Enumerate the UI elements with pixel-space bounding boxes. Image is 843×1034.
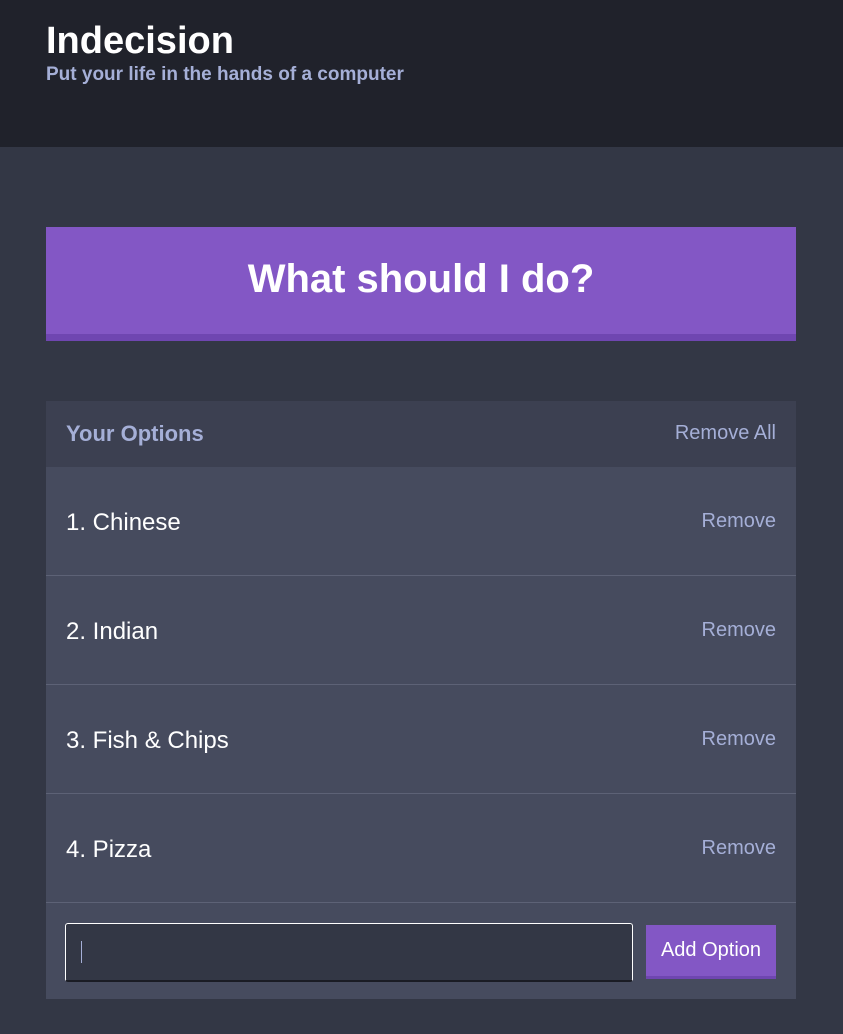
- option-text: 3. Fish & Chips: [66, 727, 229, 754]
- text-caret: [81, 941, 82, 963]
- remove-option-button[interactable]: Remove: [702, 509, 776, 533]
- option-text: 2. Indian: [66, 618, 159, 645]
- options-title: Your Options: [66, 421, 204, 446]
- add-option-form: Add Option: [46, 903, 796, 999]
- option-text: 4. Pizza: [66, 836, 152, 863]
- option-item: 2. Indian Remove: [46, 576, 796, 685]
- remove-option-button[interactable]: Remove: [702, 836, 776, 860]
- app-title: Indecision: [46, 20, 234, 62]
- option-item: 3. Fish & Chips Remove: [46, 685, 796, 794]
- remove-option-button[interactable]: Remove: [702, 727, 776, 751]
- remove-all-button[interactable]: Remove All: [675, 422, 776, 444]
- option-item: 4. Pizza Remove: [46, 794, 796, 903]
- options-widget-header: Your Options Remove All: [46, 401, 796, 467]
- what-should-i-do-button[interactable]: What should I do?: [46, 227, 796, 341]
- option-text: 1. Chinese: [66, 509, 181, 536]
- add-option-button[interactable]: Add Option: [646, 925, 776, 979]
- app-header: Indecision Put your life in the hands of…: [0, 0, 843, 147]
- add-option-input[interactable]: [65, 923, 633, 982]
- options-widget: Your Options Remove All 1. Chinese Remov…: [46, 401, 796, 999]
- app-subtitle: Put your life in the hands of a computer: [46, 64, 404, 85]
- option-item: 1. Chinese Remove: [46, 467, 796, 576]
- remove-option-button[interactable]: Remove: [702, 618, 776, 642]
